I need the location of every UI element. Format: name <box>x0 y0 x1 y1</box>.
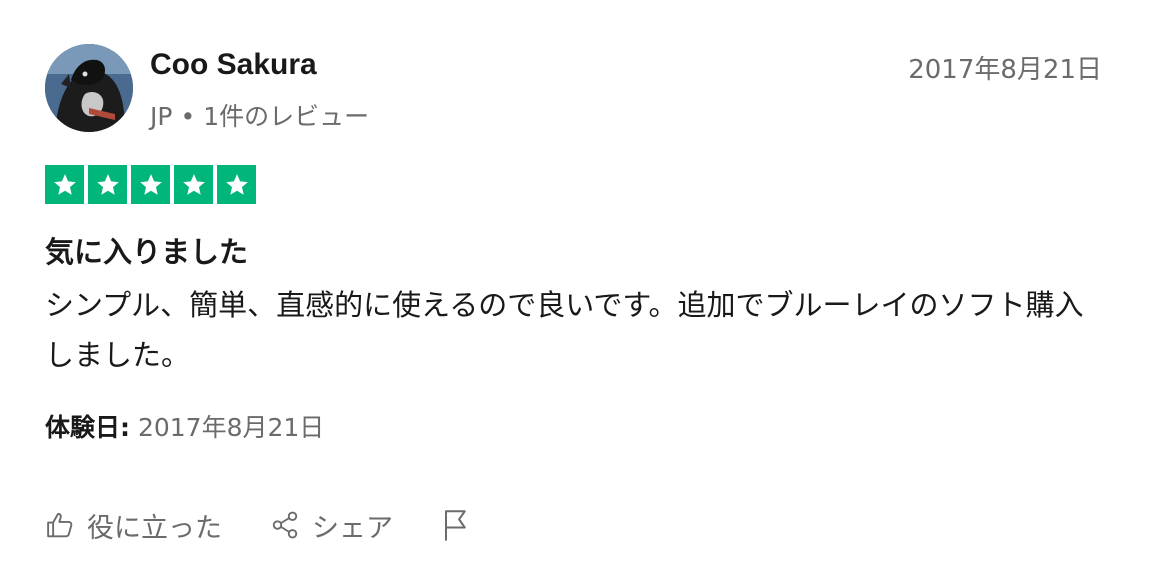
star-icon <box>45 165 84 204</box>
star-icon <box>131 165 170 204</box>
review-title[interactable]: 気に入りました <box>45 229 248 271</box>
meta-separator: • <box>180 102 196 131</box>
share-label: シェア <box>312 512 393 544</box>
star-icon <box>88 165 127 204</box>
star-rating <box>45 165 256 204</box>
star-icon <box>217 165 256 204</box>
experience-date: 体験日: 2017年8月21日 <box>45 408 324 444</box>
avatar[interactable] <box>45 44 133 132</box>
star-icon <box>174 165 213 204</box>
review-date: 2017年8月21日 <box>908 55 1102 85</box>
reviewer-meta: JP • 1件のレビュー <box>150 97 369 133</box>
experience-label: 体験日: <box>45 413 130 442</box>
useful-button[interactable]: 役に立った <box>45 506 222 545</box>
reviewer-review-count: 1件のレビュー <box>203 102 370 131</box>
thumbs-up-icon <box>47 512 73 538</box>
share-button[interactable]: シェア <box>270 506 393 545</box>
reviewer-name[interactable]: Coo Sakura <box>150 48 317 82</box>
review-card: Coo Sakura JP • 1件のレビュー 2017年8月21日 気に入りました… <box>0 0 1164 574</box>
review-actions: 役に立った シェア <box>45 504 471 546</box>
dog-photo <box>45 44 133 132</box>
share-icon <box>272 511 298 539</box>
experience-date-value: 2017年8月21日 <box>137 413 325 442</box>
flag-icon <box>445 510 466 541</box>
reviewer-country: JP <box>150 102 173 131</box>
report-button[interactable] <box>441 508 471 542</box>
review-body: シンプル、簡単、直感的に使えるので良いです。追加でブルーレイのソフト購入しました… <box>45 288 1084 372</box>
useful-label: 役に立った <box>87 512 222 544</box>
